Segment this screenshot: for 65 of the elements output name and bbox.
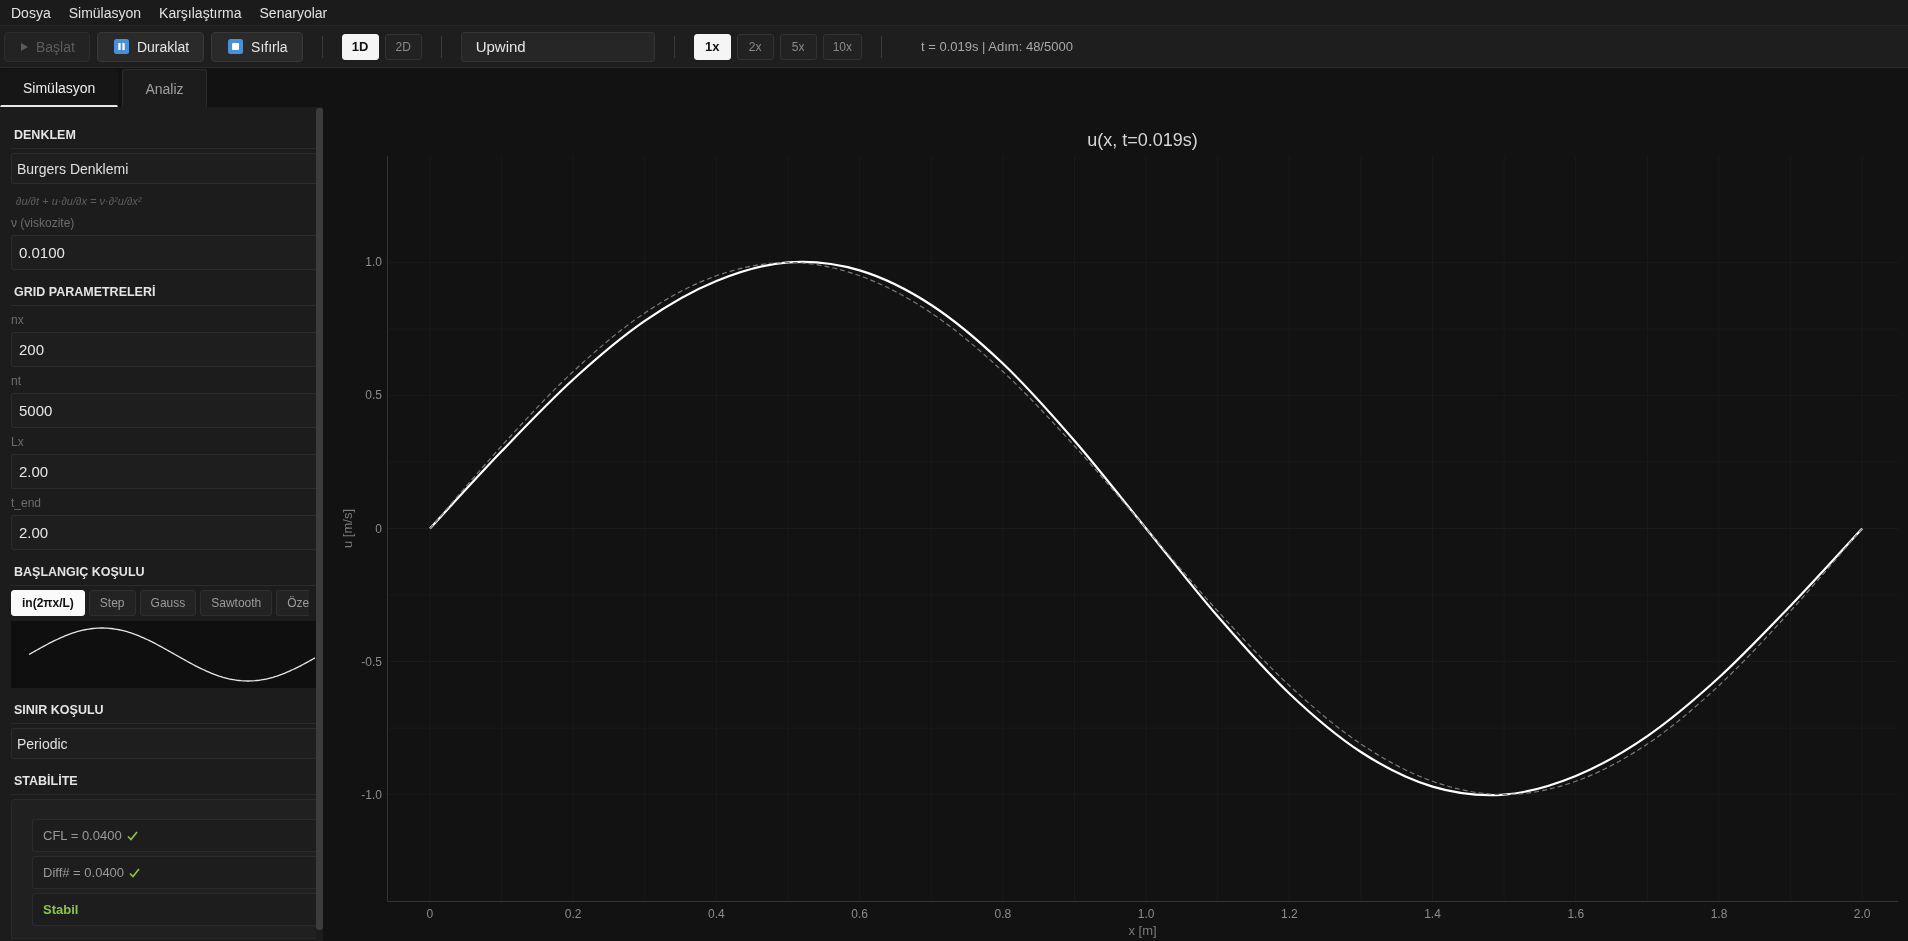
scrollbar-thumb[interactable] (316, 108, 323, 930)
x-tick-label: 0.8 (994, 907, 1012, 921)
x-tick-label: 0.4 (708, 907, 725, 921)
chart-title: u(x, t=0.019s) (1087, 130, 1198, 150)
section-title: GRID PARAMETRELERİ (11, 278, 316, 306)
x-tick-label: 2.0 (1853, 907, 1871, 921)
sidebar-tab[interactable]: Simülasyon (0, 69, 119, 107)
number-field[interactable]: 200 (11, 332, 316, 367)
section-title: STABİLİTE (11, 767, 316, 795)
stability-verdict: Stabil (43, 902, 79, 917)
y-tick-label: 0.5 (365, 388, 382, 403)
x-tick-label: 1.4 (1424, 907, 1441, 921)
x-tick-label: 0.6 (851, 907, 868, 921)
y-axis-label: u [m/s] (340, 509, 355, 548)
dropdown-field[interactable]: Periodic (11, 728, 316, 759)
number-field[interactable]: 2.00 (11, 454, 316, 489)
number-field[interactable]: 5000 (11, 393, 316, 428)
pause-icon (113, 39, 129, 54)
number-field[interactable]: 2.00 (11, 515, 316, 550)
reset-button[interactable]: Sıfırla (211, 31, 303, 62)
scheme-dropdown[interactable]: Upwind (460, 31, 655, 62)
field-label: nx (11, 313, 25, 327)
section-title: SINIR KOŞULU (11, 696, 316, 724)
preset-button[interactable]: Step (88, 590, 136, 616)
dimension-toggle[interactable]: 1D (341, 33, 379, 60)
menu-item[interactable]: Dosya (2, 2, 60, 23)
menu-item[interactable]: Senaryolar (250, 2, 337, 23)
status-text: t = 0.019s | Adım: 48/5000 (921, 39, 1073, 54)
play-icon (21, 42, 28, 51)
x-tick-label: 0.2 (564, 907, 582, 921)
y-tick-label: -0.5 (361, 654, 382, 669)
x-tick-label: 0 (426, 907, 434, 921)
speed-toggle[interactable]: 10x (822, 33, 862, 60)
sidebar-tab[interactable]: Analiz (122, 69, 207, 107)
preset-button[interactable]: Sawtooth (200, 590, 273, 616)
pause-button[interactable]: Duraklat (96, 31, 205, 62)
equation-formula: ∂u/∂t + u·∂u/∂x = ν·∂²u/∂x² (15, 194, 143, 208)
menu-item[interactable]: Simülasyon (59, 2, 151, 23)
y-tick-label: 0 (375, 521, 382, 536)
preset-button[interactable]: Öze (276, 590, 310, 616)
x-tick-label: 1.2 (1280, 907, 1298, 921)
number-field[interactable]: 0.0100 (11, 235, 316, 270)
dimension-toggle[interactable]: 2D (384, 33, 422, 60)
x-tick-label: 1.0 (1137, 907, 1155, 921)
x-tick-label: 1.8 (1710, 907, 1728, 921)
speed-toggle[interactable]: 2x (736, 33, 774, 60)
field-label: ν (viskozite) (11, 216, 76, 230)
preset-button[interactable]: Gauss (139, 590, 197, 616)
speed-toggle[interactable]: 1x (693, 33, 731, 60)
x-tick-label: 1.6 (1567, 907, 1585, 921)
y-tick-label: 1.0 (365, 255, 382, 270)
stability-value: Diff# = 0.0400 (43, 865, 125, 880)
field-label: t_end (11, 496, 43, 510)
field-label: Lx (11, 435, 25, 449)
stability-value: CFL = 0.0400 (43, 828, 122, 843)
section-title: BAŞLANGIÇ KOŞULU (11, 558, 316, 586)
stop-icon (228, 39, 244, 54)
field-label: nt (11, 374, 22, 388)
speed-toggle[interactable]: 5x (779, 33, 817, 60)
section-title: DENKLEM (11, 121, 316, 149)
dropdown-field[interactable]: Burgers Denklemi (11, 153, 316, 184)
menu-item[interactable]: Karşılaştırma (150, 2, 251, 23)
preset-button[interactable]: in(2πx/L) (11, 590, 85, 616)
x-axis-label: x [m] (1128, 923, 1157, 938)
y-tick-label: -1.0 (361, 787, 382, 802)
